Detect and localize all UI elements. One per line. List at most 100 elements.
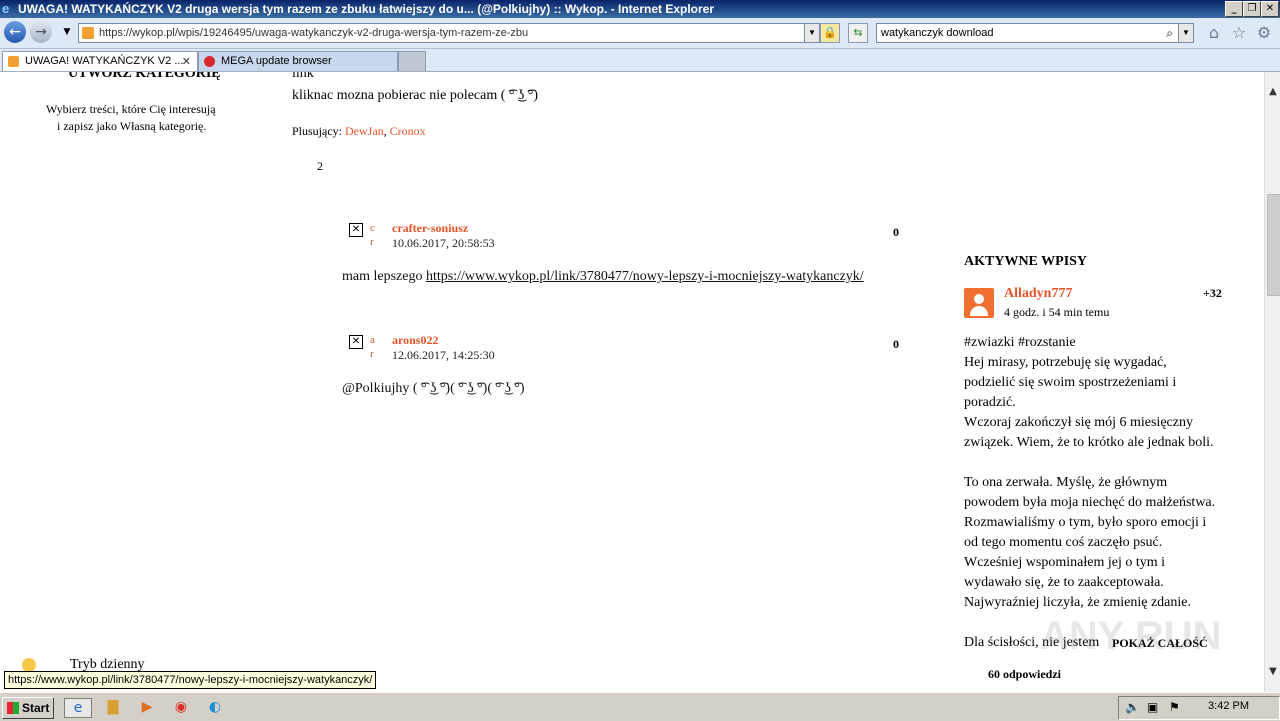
status-url: https://www.wykop.pl/link/3780477/nowy-l… xyxy=(4,671,377,689)
tab-mega[interactable]: MEGA update browser xyxy=(198,51,398,71)
entry-line: Wcześniej wspominałem jej o tym i xyxy=(964,555,1166,570)
taskbar: Start e ▇ ▶ ◉ ◐ 🔈 ▣ ⚑ 3:42 PM xyxy=(0,692,1280,721)
comment-score: 0 xyxy=(893,337,899,351)
settings-gear-icon[interactable]: ⚙ xyxy=(1255,24,1273,42)
entry-line: poradzić. xyxy=(964,395,1016,410)
tab-label: MEGA update browser xyxy=(221,55,332,67)
avatar-letter: r xyxy=(370,348,374,360)
plusujacy-user-dewjan[interactable]: DewJan xyxy=(345,124,384,138)
tab-label: UWAGA! WATYKAŃCZYK V2 ... xyxy=(25,55,184,67)
chrome-icon[interactable]: ◉ xyxy=(170,698,192,716)
broken-image-icon: ✕ xyxy=(349,223,363,237)
comment-body: mam lepszego https://www.wykop.pl/link/3… xyxy=(342,269,864,285)
comment-date: 12.06.2017, 14:25:30 xyxy=(392,348,495,362)
favorites-star-icon[interactable]: ☆ xyxy=(1230,24,1248,42)
network-icon[interactable]: ▣ xyxy=(1147,700,1158,714)
active-entry-author[interactable]: Alladyn777 xyxy=(1004,286,1072,302)
plusujacy-user-cronox[interactable]: Cronox xyxy=(390,124,426,138)
entry-line: od tego momentu coś zaczęło psuć. xyxy=(964,535,1163,550)
entry-line: Hej mirasy, potrzebuję się wygadać, xyxy=(964,355,1167,370)
search-dropdown-icon[interactable]: ▼ xyxy=(1178,24,1193,42)
comment-date: 10.06.2017, 20:58:53 xyxy=(392,236,495,250)
entry-line: związek. Wiem, że to krótko ale jednak b… xyxy=(964,435,1214,450)
start-button[interactable]: Start xyxy=(2,697,54,719)
system-tray: 🔈 ▣ ⚑ 3:42 PM xyxy=(1118,696,1280,720)
address-url: https://wykop.pl/wpis/19246495/uwaga-wat… xyxy=(99,27,529,39)
active-entry-body: #zwiazki #rozstanie Hej mirasy, potrzebu… xyxy=(964,333,1215,653)
create-category-desc-2: i zapisz jako Własną kategorię. xyxy=(57,119,207,133)
explorer-folder-icon[interactable]: ▇ xyxy=(102,698,124,716)
action-center-flag-icon[interactable]: ⚑ xyxy=(1169,700,1180,714)
close-tab-icon[interactable]: ✕ xyxy=(182,52,191,71)
ie-taskbar-icon[interactable]: e xyxy=(64,698,92,718)
entry-line: podzielić się swoim spostrzeżeniami i xyxy=(964,375,1177,390)
start-label: Start xyxy=(22,701,50,715)
post-text: kliknac mozna pobierac nie polecam ( ͡° … xyxy=(292,88,538,103)
wykop-favicon-icon xyxy=(8,56,19,67)
active-entry-time: 4 godz. i 54 min temu xyxy=(1004,305,1110,319)
restore-button[interactable]: ❐ xyxy=(1243,1,1261,17)
avatar-letter: r xyxy=(370,236,374,248)
search-input[interactable]: watykanczyk download xyxy=(881,24,994,42)
forward-button[interactable]: → xyxy=(30,21,52,43)
avatar-letter: c xyxy=(370,222,375,234)
entry-line: #zwiazki #rozstanie xyxy=(964,335,1076,350)
entry-line xyxy=(964,453,1215,473)
tab-wykop[interactable]: UWAGA! WATYKAŃCZYK V2 ... ✕ xyxy=(2,51,198,71)
entry-line: To ona zerwała. Myślę, że głównym xyxy=(964,475,1168,490)
create-category-desc-1: Wybierz treści, które Cię interesują xyxy=(46,102,216,116)
search-icon[interactable]: ⌕ xyxy=(1166,24,1173,42)
windows-flag-icon xyxy=(7,702,19,714)
scroll-up-icon[interactable]: ▲ xyxy=(1267,86,1279,100)
lock-icon[interactable]: 🔒 xyxy=(820,23,840,43)
tab-bar: UWAGA! WATYKAŃCZYK V2 ... ✕ MEGA update … xyxy=(0,49,1280,72)
broken-image-icon: ✕ xyxy=(349,335,363,349)
comment-count: 2 xyxy=(317,159,323,173)
plusujacy-label: Plusujący: xyxy=(292,124,342,138)
sun-icon xyxy=(22,658,36,672)
window-title: UWAGA! WATYKAŃCZYK V2 druga wersja tym r… xyxy=(18,2,715,16)
new-tab-button[interactable] xyxy=(398,51,426,71)
anyrun-watermark: ANY RUN xyxy=(1040,614,1222,658)
edge-icon[interactable]: ◐ xyxy=(204,698,226,716)
address-dropdown-icon[interactable]: ▼ xyxy=(804,24,819,42)
avatar-letter: a xyxy=(370,334,375,346)
entry-line: Wczoraj zakończył się mój 6 miesięczny xyxy=(964,415,1193,430)
comment-score: 0 xyxy=(893,225,899,239)
user-avatar-icon[interactable] xyxy=(964,288,994,318)
refresh-icon[interactable]: ⇆ xyxy=(848,23,868,43)
comment-text: mam lepszego xyxy=(342,269,426,284)
minimize-button[interactable]: _ xyxy=(1225,1,1243,17)
home-icon[interactable]: ⌂ xyxy=(1205,24,1223,42)
entry-line: Rozmawialiśmy o tym, było sporo emocji i xyxy=(964,515,1207,530)
comment-text: @Polkiujhy ( ͡° ͜ʖ ͡°)( ͡° ͜ʖ ͡°)( ͡° ͜ʖ… xyxy=(342,381,525,396)
comment-link[interactable]: https://www.wykop.pl/link/3780477/nowy-l… xyxy=(426,269,864,284)
window-titlebar: e UWAGA! WATYKAŃCZYK V2 druga wersja tym… xyxy=(0,0,1280,18)
comment-author[interactable]: crafter-soniusz xyxy=(392,221,468,236)
mega-favicon-icon xyxy=(204,56,215,67)
active-entry-score: +32 xyxy=(1203,286,1222,300)
comment-author[interactable]: arons022 xyxy=(392,333,438,348)
create-category-heading: UTWÓRZ KATEGORIĘ xyxy=(68,72,221,81)
ie-logo-icon: e xyxy=(2,1,10,16)
entry-line: powodem była moja niechęć do małżeństwa. xyxy=(964,495,1216,510)
address-bar[interactable]: https://wykop.pl/wpis/19246495/uwaga-wat… xyxy=(78,23,820,43)
scrollbar-thumb[interactable] xyxy=(1267,194,1280,296)
scroll-down-icon[interactable]: ▼ xyxy=(1267,666,1279,680)
replies-count[interactable]: 60 odpowiedzi xyxy=(988,667,1061,682)
entry-line: wydawało się, że to zaakceptowała. xyxy=(964,575,1164,590)
plusujacy: Plusujący: DewJan, Cronox xyxy=(292,124,426,139)
post-link-word: link xyxy=(292,72,314,81)
search-box[interactable]: watykanczyk download ⌕ ▼ xyxy=(876,23,1194,43)
volume-icon[interactable]: 🔈 xyxy=(1125,700,1140,714)
close-window-button[interactable]: ✕ xyxy=(1261,1,1279,17)
media-player-icon[interactable]: ▶ xyxy=(136,698,158,716)
page-scrollbar[interactable]: ▲ ▼ xyxy=(1264,72,1280,692)
entry-line: Najwyraźniej liczyła, że zmienię zdanie. xyxy=(964,595,1191,610)
history-dropdown-icon[interactable]: ▼ xyxy=(58,23,76,41)
page-content: UTWÓRZ KATEGORIĘ Wybierz treści, które C… xyxy=(0,72,1264,692)
clock: 3:42 PM xyxy=(1208,700,1249,712)
active-entries-title: AKTYWNE WPISY xyxy=(964,254,1088,269)
back-button[interactable]: ← xyxy=(4,21,26,43)
plusujacy-separator: , xyxy=(383,124,387,138)
